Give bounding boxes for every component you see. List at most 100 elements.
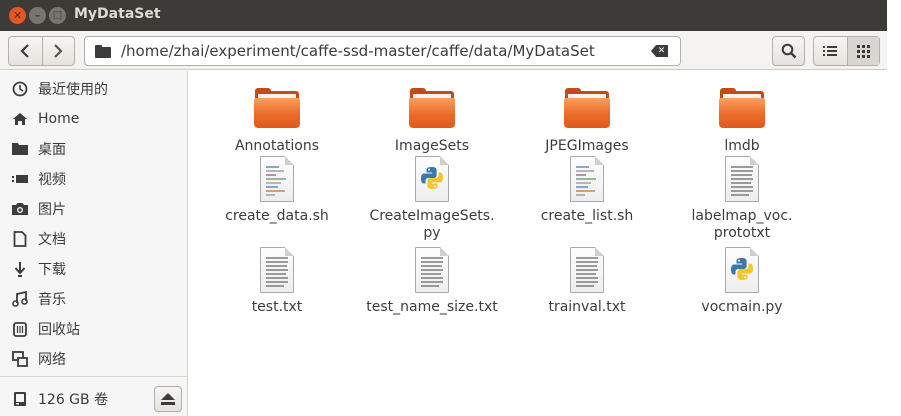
forward-icon [54, 44, 63, 58]
file-item[interactable]: test_name_size.txt [357, 246, 507, 316]
python-file-icon [408, 155, 456, 203]
close-icon: ✕ [12, 9, 23, 22]
text-file-icon [253, 246, 301, 294]
file-item[interactable]: create_list.sh [512, 155, 662, 225]
folder-icon [718, 85, 766, 133]
sidebar-item-home[interactable]: Home [0, 104, 188, 134]
forward-button[interactable] [41, 37, 75, 65]
sidebar-item-volume[interactable]: 126 GB 卷 [0, 384, 188, 414]
script-file-icon [253, 155, 301, 203]
file-item[interactable]: labelmap_voc. prototxt [667, 155, 817, 242]
file-item[interactable]: trainval.txt [512, 246, 662, 316]
file-name: test_name_size.txt [366, 299, 498, 315]
eject-icon [161, 393, 175, 405]
network-icon [12, 351, 28, 367]
file-item[interactable]: create_data.sh [202, 155, 352, 225]
folder-item[interactable]: Annotations [202, 85, 352, 155]
download-icon [12, 261, 28, 277]
folder-icon [563, 85, 611, 133]
list-view-button[interactable] [814, 37, 847, 65]
clear-location-icon[interactable]: ✕ [651, 45, 668, 57]
drive-icon [12, 391, 28, 407]
sidebar-item-documents[interactable]: 文档 [0, 224, 188, 254]
sidebar-item-music[interactable]: 音乐 [0, 284, 188, 314]
folder-item[interactable]: JPEGImages [512, 85, 662, 155]
file-name: CreateImageSets. py [369, 208, 495, 241]
music-icon [12, 291, 28, 307]
file-name: labelmap_voc. prototxt [691, 208, 793, 241]
list-view-icon [823, 46, 838, 56]
sidebar-item-trash[interactable]: 回收站 [0, 314, 188, 344]
minimize-icon: – [34, 9, 41, 22]
camera-icon [12, 201, 28, 217]
sidebar-item-label: 视频 [38, 172, 66, 188]
desktop-folder-icon [12, 141, 28, 157]
script-file-icon [563, 155, 611, 203]
file-item[interactable]: vocmain.py [667, 246, 817, 316]
file-item[interactable]: CreateImageSets. py [357, 155, 507, 242]
sidebar-item-network[interactable]: 网络 [0, 344, 188, 374]
file-name: JPEGImages [545, 138, 629, 154]
maximize-button[interactable]: □ [49, 7, 66, 24]
clock-icon [12, 81, 28, 97]
sidebar-item-label: 图片 [38, 202, 66, 218]
window-title: MyDataSet [74, 6, 161, 22]
sidebar-item-pictures[interactable]: 图片 [0, 194, 188, 224]
navigation-buttons [8, 36, 75, 66]
file-name: lmdb [724, 138, 760, 154]
location-path[interactable]: /home/zhai/experiment/caffe-ssd-master/c… [121, 42, 595, 60]
text-file-icon [718, 155, 766, 203]
home-icon [12, 111, 28, 127]
search-icon [781, 43, 796, 59]
toolbar: /home/zhai/experiment/caffe-ssd-master/c… [0, 31, 887, 70]
folder-item[interactable]: lmdb [667, 85, 817, 155]
eject-button[interactable] [154, 386, 182, 412]
folder-item[interactable]: ImageSets [357, 85, 507, 155]
view-mode-buttons [813, 36, 880, 66]
file-view: Annotations ImageSets JPEGImages lmdb create… [189, 71, 887, 416]
sidebar-item-label: 网络 [38, 352, 66, 368]
grid-view-icon [856, 44, 870, 58]
back-button[interactable] [9, 37, 42, 65]
sidebar-item-label: 下载 [38, 262, 66, 278]
file-item[interactable]: test.txt [202, 246, 352, 316]
grid-view-button[interactable] [846, 37, 879, 65]
location-bar[interactable]: /home/zhai/experiment/caffe-ssd-master/c… [84, 36, 681, 66]
video-icon [12, 171, 28, 187]
sidebar-item-label: 回收站 [38, 322, 80, 338]
sidebar-item-desktop[interactable]: 桌面 [0, 134, 188, 164]
document-icon [12, 231, 28, 247]
file-name: create_list.sh [540, 208, 634, 224]
sidebar-item-label: 音乐 [38, 292, 66, 308]
file-name: ImageSets [394, 138, 470, 154]
sidebar-item-label: 桌面 [38, 142, 66, 158]
sidebar-item-label: 126 GB 卷 [38, 392, 109, 408]
sidebar-item-downloads[interactable]: 下载 [0, 254, 188, 284]
sidebar-item-videos[interactable]: 视频 [0, 164, 188, 194]
file-name: create_data.sh [225, 208, 329, 224]
file-name: Annotations [234, 138, 320, 154]
text-file-icon [408, 246, 456, 294]
file-name: vocmain.py [701, 299, 783, 315]
maximize-icon: □ [52, 9, 63, 21]
close-button[interactable]: ✕ [9, 7, 26, 24]
sidebar-item-label: 最近使用的 [38, 82, 108, 98]
trash-icon [12, 321, 28, 337]
scrollbar-area[interactable] [887, 0, 901, 416]
file-name: trainval.txt [548, 299, 626, 315]
folder-icon [253, 85, 301, 133]
sidebar: 最近使用的 Home 桌面 视频 图片 文档 下载 音乐 回收站 网络 126 … [0, 71, 188, 416]
search-button[interactable] [772, 36, 805, 66]
minimize-button[interactable]: – [29, 7, 46, 24]
file-name: test.txt [251, 299, 303, 315]
sidebar-item-recent[interactable]: 最近使用的 [0, 74, 188, 104]
sidebar-item-label: 文档 [38, 232, 66, 248]
title-bar: ✕ – □ MyDataSet [0, 0, 887, 31]
folder-icon [95, 44, 111, 58]
sidebar-item-label: Home [38, 111, 80, 127]
back-icon [20, 44, 30, 58]
text-file-icon [563, 246, 611, 294]
sidebar-divider [0, 376, 187, 377]
python-file-icon [718, 246, 766, 294]
folder-icon [408, 85, 456, 133]
